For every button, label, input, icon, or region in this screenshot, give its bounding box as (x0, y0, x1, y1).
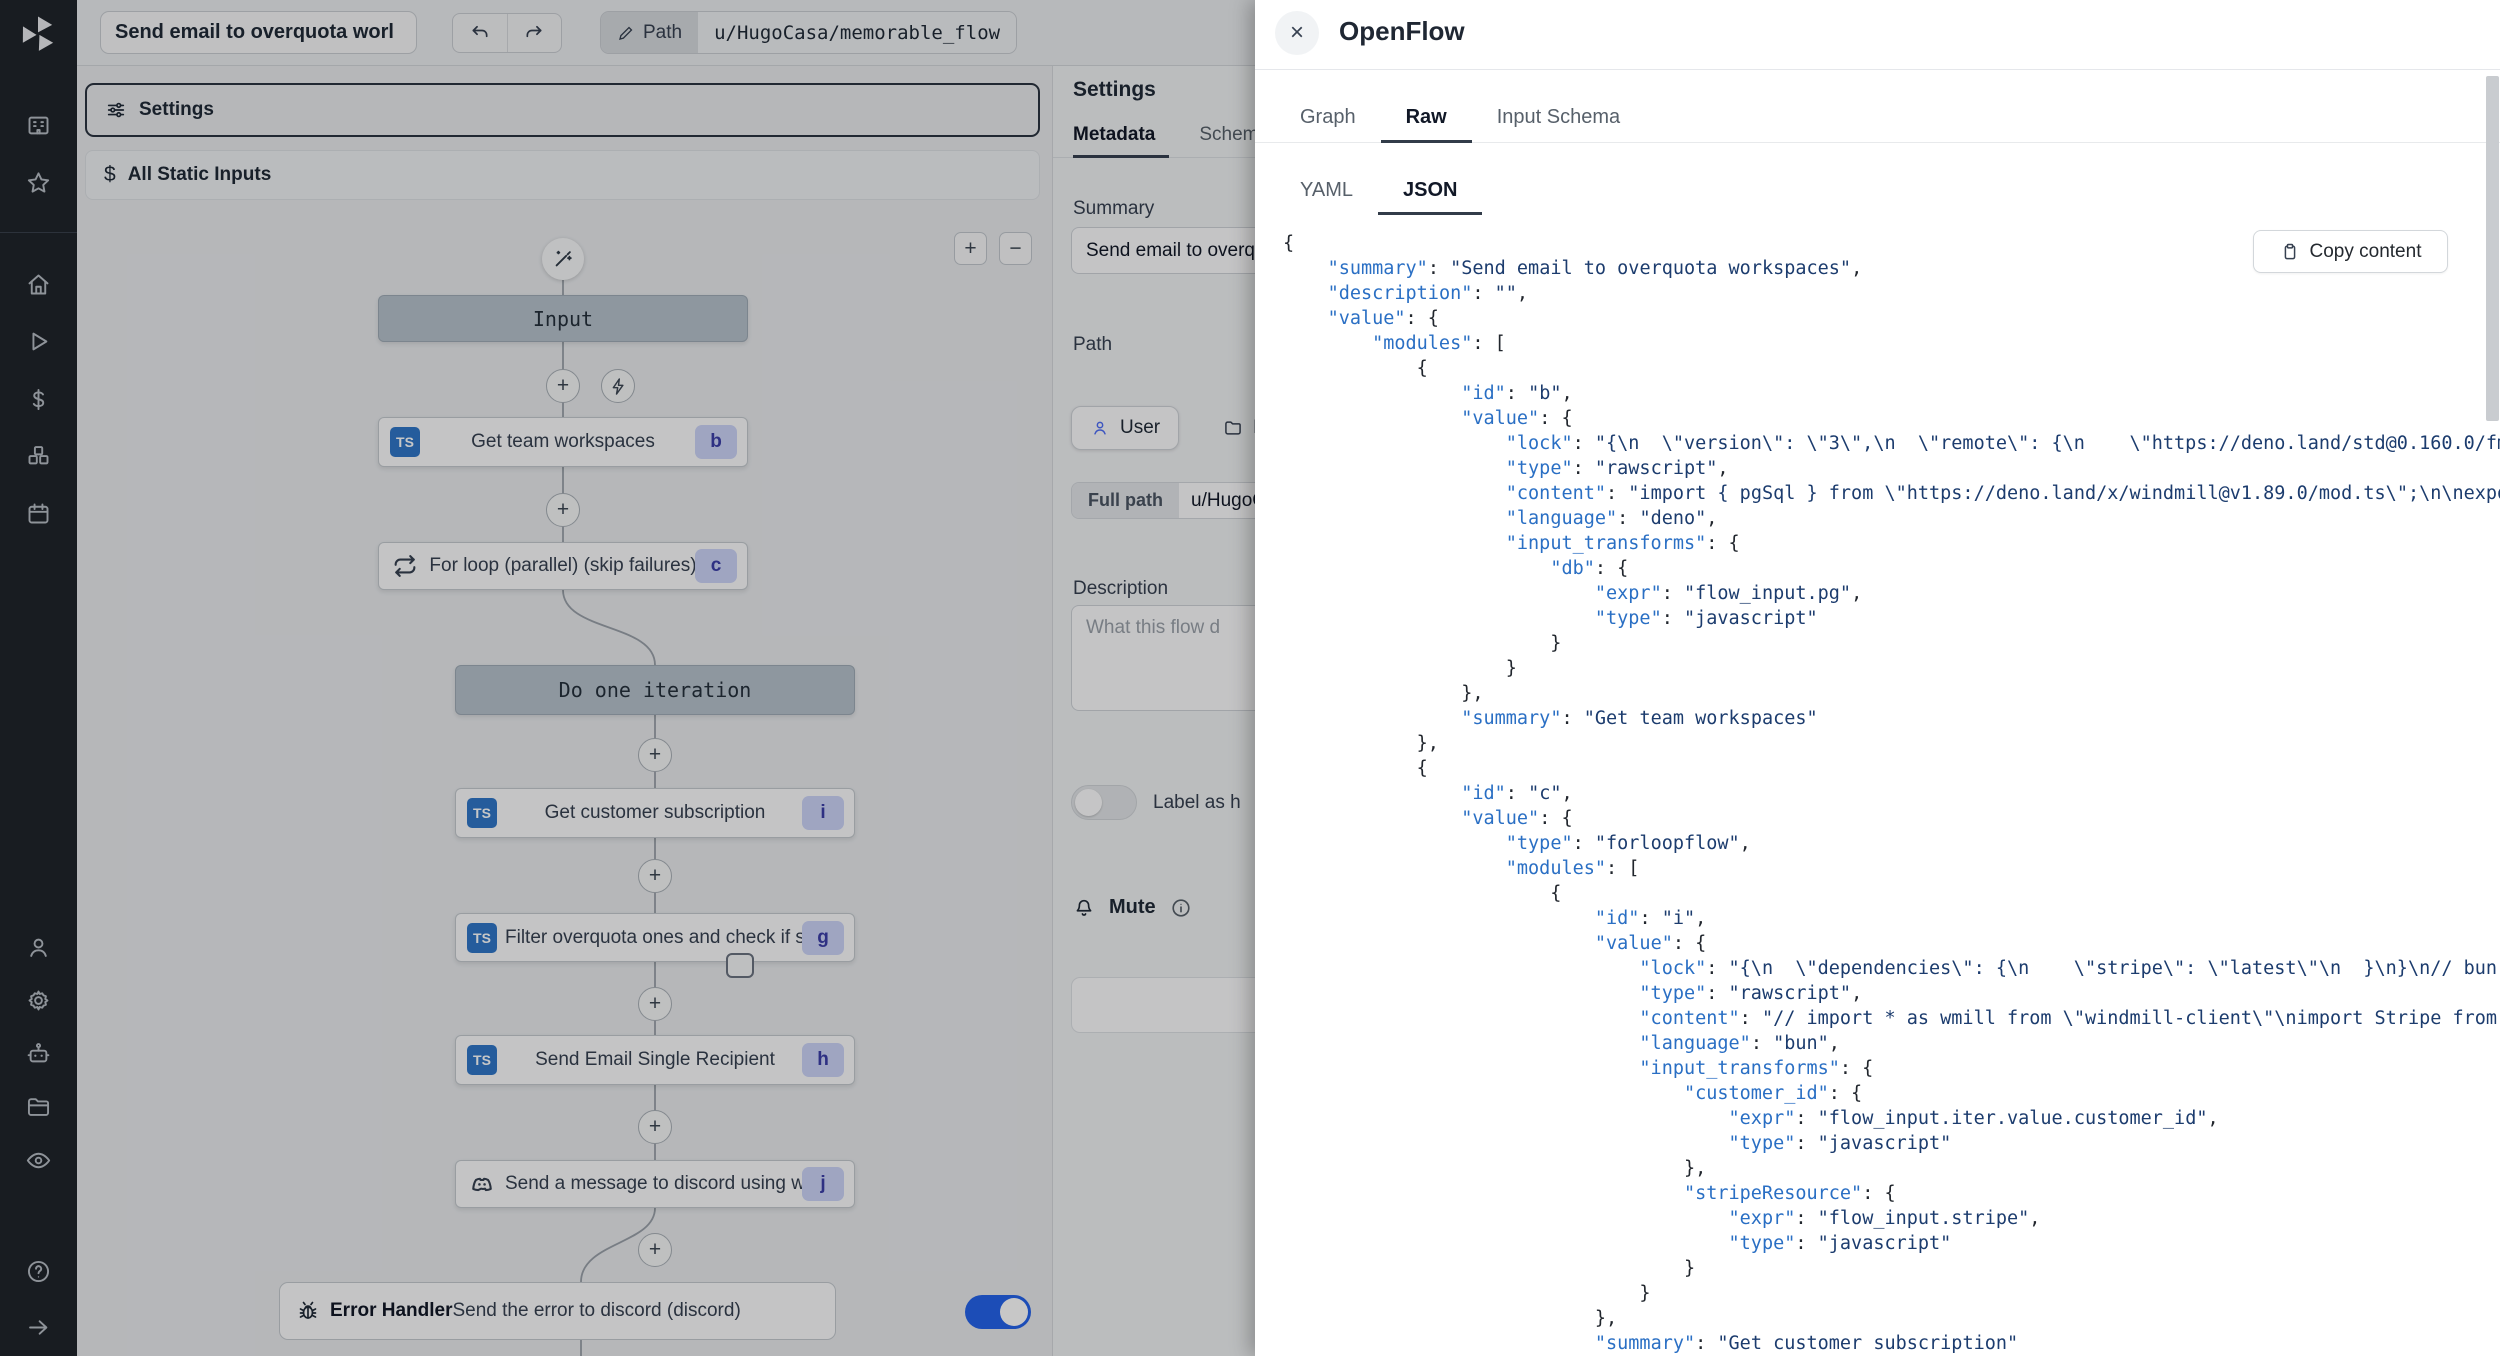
code-line: "expr": "flow_input.iter.value.customer_… (1283, 1106, 2500, 1131)
code-line: "modules": [ (1283, 856, 2500, 881)
subtab-json[interactable]: JSON (1378, 143, 1482, 215)
code-line: { (1283, 756, 2500, 781)
windmill-flow-editor: Send email to overquota worl Path u/Hugo… (0, 0, 2500, 1356)
drawer-header: × OpenFlow (1255, 0, 2500, 70)
copy-content-label: Copy content (2310, 241, 2422, 263)
tab-input-schema[interactable]: Input Schema (1472, 70, 1645, 143)
code-line: "expr": "flow_input.pg", (1283, 581, 2500, 606)
code-line: }, (1283, 1306, 2500, 1331)
format-subtabs: YAML JSON (1255, 143, 2500, 215)
tab-graph[interactable]: Graph (1275, 70, 1381, 143)
code-line: "summary": "Get customer subscription" (1283, 1331, 2500, 1356)
code-line: "expr": "flow_input.stripe", (1283, 1206, 2500, 1231)
scrollbar-thumb[interactable] (2486, 76, 2499, 421)
code-line: "customer_id": { (1283, 1081, 2500, 1106)
code-line: "id": "i", (1283, 906, 2500, 931)
drawer-tabs: Graph Raw Input Schema (1255, 70, 2500, 143)
code-line: "type": "rawscript", (1283, 456, 2500, 481)
code-line: } (1283, 1281, 2500, 1306)
code-line: "lock": "{\n \"version\": \"3\",\n \"rem… (1283, 431, 2500, 456)
code-line: "modules": [ (1283, 331, 2500, 356)
code-line: "value": { (1283, 406, 2500, 431)
code-line: "id": "c", (1283, 781, 2500, 806)
code-line: "language": "deno", (1283, 506, 2500, 531)
openflow-drawer: × OpenFlow Graph Raw Input Schema YAML J… (1255, 0, 2500, 1356)
code-line: } (1283, 631, 2500, 656)
code-line: "value": { (1283, 806, 2500, 831)
code-line: "stripeResource": { (1283, 1181, 2500, 1206)
code-line: { (1283, 356, 2500, 381)
code-line: "input_transforms": { (1283, 531, 2500, 556)
drawer-title: OpenFlow (1339, 16, 1465, 47)
tab-raw[interactable]: Raw (1381, 70, 1472, 143)
close-icon[interactable]: × (1275, 11, 1319, 55)
code-line: }, (1283, 731, 2500, 756)
code-line: "type": "javascript" (1283, 1131, 2500, 1156)
subtab-yaml[interactable]: YAML (1275, 143, 1378, 215)
code-line: "lock": "{\n \"dependencies\": {\n \"str… (1283, 956, 2500, 981)
code-line: "content": "// import * as wmill from \"… (1283, 1006, 2500, 1031)
code-line: "description": "", (1283, 281, 2500, 306)
code-line: "input_transforms": { (1283, 1056, 2500, 1081)
copy-content-button[interactable]: Copy content (2253, 230, 2448, 273)
code-line: "language": "bun", (1283, 1031, 2500, 1056)
code-line: "summary": "Get team workspaces" (1283, 706, 2500, 731)
clipboard-icon (2280, 242, 2300, 262)
code-line: }, (1283, 1156, 2500, 1181)
code-line: } (1283, 1256, 2500, 1281)
code-line: "id": "b", (1283, 381, 2500, 406)
code-line: "value": { (1283, 306, 2500, 331)
code-line: "type": "javascript" (1283, 1231, 2500, 1256)
code-line: { (1283, 881, 2500, 906)
code-line: "db": { (1283, 556, 2500, 581)
code-line: "type": "javascript" (1283, 606, 2500, 631)
code-line: "type": "rawscript", (1283, 981, 2500, 1006)
code-line: } (1283, 656, 2500, 681)
json-code[interactable]: { "summary": "Send email to overquota wo… (1283, 231, 2500, 1356)
code-line: "value": { (1283, 931, 2500, 956)
drawer-backdrop[interactable] (0, 0, 1255, 1356)
code-line: "content": "import { pgSql } from \"http… (1283, 481, 2500, 506)
code-line: }, (1283, 681, 2500, 706)
code-line: "type": "forloopflow", (1283, 831, 2500, 856)
